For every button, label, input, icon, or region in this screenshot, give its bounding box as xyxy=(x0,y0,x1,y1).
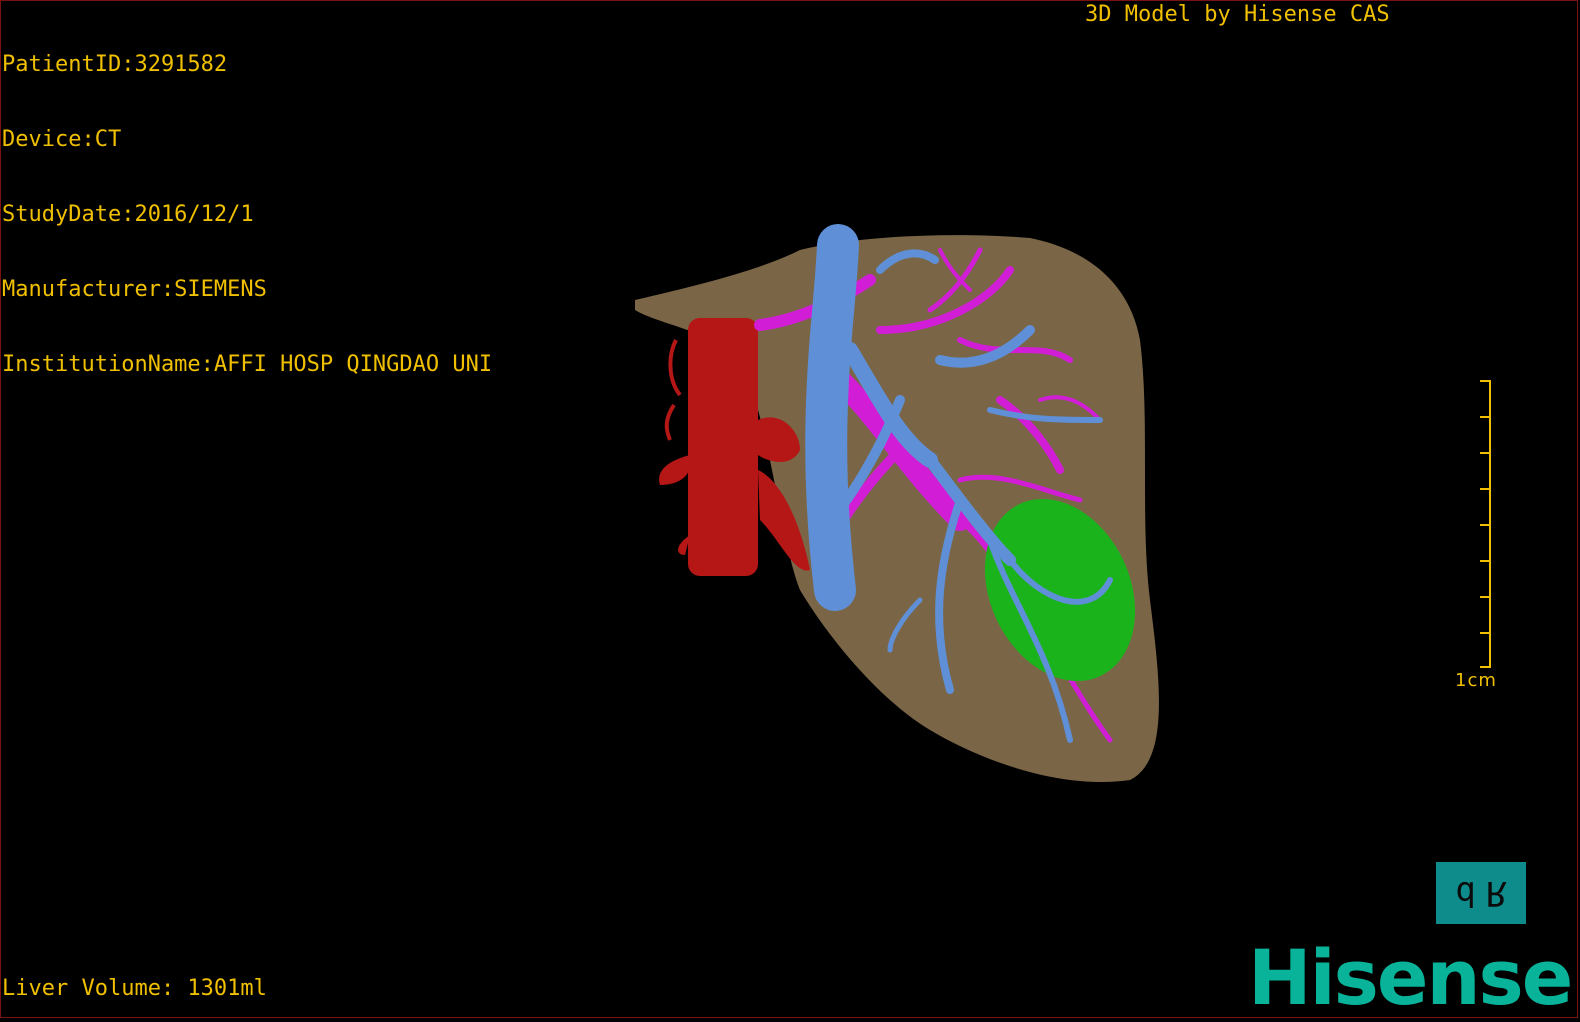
scale-bar-label: 1cm xyxy=(1455,670,1497,691)
orientation-toggle-button[interactable]: d R xyxy=(1436,862,1526,924)
orientation-right-glyph: R xyxy=(1486,873,1507,913)
liver-volume-text: Liver Volume: 1301ml xyxy=(2,976,267,1001)
device-text: Device:CT xyxy=(2,127,122,152)
hisense-logo: Hisense xyxy=(1248,933,1573,1022)
scale-bar xyxy=(1480,380,1491,668)
model-credit-text: 3D Model by Hisense CAS xyxy=(1085,2,1390,27)
patient-id-text: PatientID:3291582 xyxy=(2,52,228,77)
dicom-metadata-overlay: PatientID:3291582 Device:CT StudyDate:20… xyxy=(2,2,492,402)
study-date-text: StudyDate:2016/12/1 xyxy=(2,202,254,227)
orientation-left-glyph: d xyxy=(1455,873,1476,913)
institution-text: InstitutionName:AFFI HOSP QINGDAO UNI xyxy=(2,352,493,377)
manufacturer-text: Manufacturer:SIEMENS xyxy=(2,277,267,302)
